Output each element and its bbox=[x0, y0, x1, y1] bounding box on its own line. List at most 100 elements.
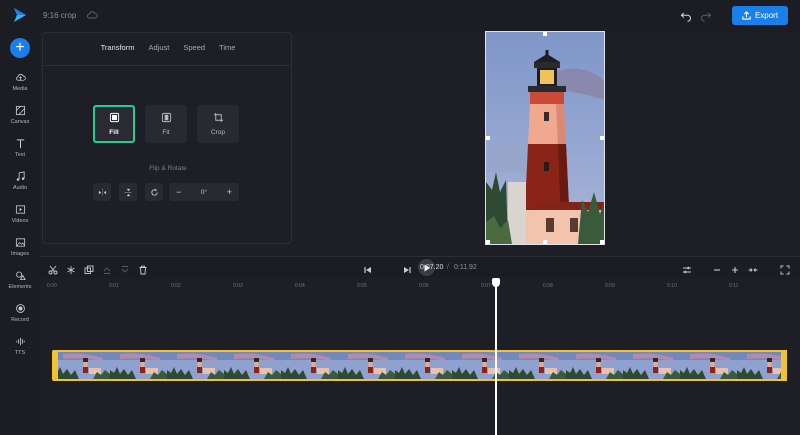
tick-label: 0:10 bbox=[667, 283, 677, 289]
flip-rotate-label: Flip & Rotate bbox=[149, 165, 187, 172]
duplicate-button[interactable] bbox=[84, 262, 94, 274]
tab-time[interactable]: Time bbox=[212, 43, 242, 52]
sidebar-item-label: Canvas bbox=[10, 119, 30, 125]
sidebar-item-canvas[interactable]: Canvas bbox=[0, 103, 40, 133]
sidebar-item-label: Media bbox=[12, 86, 28, 92]
export-button[interactable]: Export bbox=[732, 6, 788, 25]
time-separator: / bbox=[447, 264, 449, 271]
rotation-increase-button[interactable]: + bbox=[227, 187, 232, 197]
add-media-button[interactable]: + bbox=[10, 38, 30, 58]
rotate-button[interactable] bbox=[145, 183, 163, 201]
sidebar-item-label: Elements bbox=[8, 284, 32, 290]
fit-icon bbox=[161, 112, 171, 123]
delete-button[interactable] bbox=[138, 262, 148, 275]
crop-label: Crop bbox=[210, 129, 226, 136]
left-sidebar: + Media Canvas Text Audio Videos Images … bbox=[0, 32, 40, 435]
tick-label: 0:05 bbox=[357, 283, 367, 289]
freeze-button[interactable] bbox=[66, 262, 76, 274]
shapes-icon bbox=[15, 271, 26, 281]
sidebar-item-images[interactable]: Images bbox=[0, 235, 40, 265]
duplicate-icon bbox=[84, 265, 94, 274]
clip-thumbnails bbox=[53, 352, 787, 379]
fit-label: Fit bbox=[162, 129, 170, 136]
tick-label: 0:07 bbox=[481, 283, 491, 289]
tick-label: 0:04 bbox=[295, 283, 305, 289]
resize-handle-top[interactable] bbox=[543, 32, 547, 36]
app-logo-icon[interactable] bbox=[12, 7, 28, 23]
crop-icon bbox=[213, 112, 223, 123]
export-upload-icon bbox=[742, 11, 751, 20]
canvas-icon bbox=[15, 105, 25, 116]
flip-vertical-icon bbox=[124, 188, 132, 196]
clip-trim-handle-left[interactable] bbox=[52, 350, 58, 381]
record-icon bbox=[15, 304, 25, 313]
flip-vertical-button[interactable] bbox=[119, 183, 137, 201]
tab-speed[interactable]: Speed bbox=[176, 43, 212, 52]
cloud-icon bbox=[86, 11, 98, 19]
split-button[interactable] bbox=[48, 262, 58, 275]
tab-transform[interactable]: Transform bbox=[94, 43, 142, 52]
sidebar-item-audio[interactable]: Audio bbox=[0, 169, 40, 199]
tick-label: 0:02 bbox=[171, 283, 181, 289]
resize-handle-bottom-right[interactable] bbox=[600, 240, 604, 244]
properties-panel: Transform Adjust Speed Time Fill Fit Cro… bbox=[42, 32, 292, 244]
rotation-value[interactable]: 0° bbox=[201, 189, 207, 196]
sidebar-item-elements[interactable]: Elements bbox=[0, 268, 40, 298]
crop-button[interactable]: Crop bbox=[197, 105, 239, 143]
panel-divider bbox=[43, 65, 291, 66]
tick-label: 0:03 bbox=[233, 283, 243, 289]
playhead[interactable] bbox=[495, 282, 497, 435]
video-clip[interactable] bbox=[53, 350, 787, 381]
resize-handle-bottom-left[interactable] bbox=[486, 240, 490, 244]
waveform-icon bbox=[15, 337, 25, 346]
zoom-out-button[interactable] bbox=[712, 262, 722, 272]
flip-horizontal-button[interactable] bbox=[93, 183, 111, 201]
tick-label: 0:06 bbox=[419, 283, 429, 289]
resize-handle-left[interactable] bbox=[486, 136, 490, 140]
sliders-icon bbox=[683, 266, 691, 274]
skip-back-button[interactable] bbox=[363, 262, 373, 273]
project-name[interactable]: 9:16 crop bbox=[43, 11, 76, 20]
panel-tabs: Transform Adjust Speed Time bbox=[43, 43, 293, 52]
sidebar-item-tts[interactable]: TTS bbox=[0, 334, 40, 364]
sidebar-item-text[interactable]: Text bbox=[0, 136, 40, 166]
move-up-button[interactable] bbox=[102, 262, 112, 274]
sidebar-item-videos[interactable]: Videos bbox=[0, 202, 40, 232]
music-note-icon bbox=[16, 171, 25, 181]
resize-handle-bottom[interactable] bbox=[543, 240, 547, 244]
text-icon bbox=[16, 139, 24, 149]
snowflake-icon bbox=[67, 266, 75, 274]
undo-icon[interactable] bbox=[680, 10, 692, 22]
playhead-knob[interactable] bbox=[492, 278, 500, 287]
rotation-decrease-button[interactable]: − bbox=[176, 187, 181, 197]
skip-back-icon bbox=[364, 267, 371, 273]
timeline-ruler[interactable]: 0:00 0:01 0:02 0:03 0:04 0:05 0:06 0:07 … bbox=[40, 278, 800, 292]
clip-trim-handle-right[interactable] bbox=[781, 350, 787, 381]
plus-icon bbox=[732, 267, 738, 273]
rotation-stepper[interactable]: − 0° + bbox=[169, 183, 239, 201]
sidebar-item-record[interactable]: Record bbox=[0, 301, 40, 331]
move-down-icon bbox=[121, 266, 129, 273]
skip-forward-icon bbox=[404, 267, 411, 273]
sidebar-item-label: TTS bbox=[14, 350, 26, 356]
top-bar: 9:16 crop Export bbox=[0, 0, 800, 32]
fullscreen-button[interactable] bbox=[780, 262, 790, 275]
fit-timeline-button[interactable] bbox=[748, 262, 758, 272]
fill-button[interactable]: Fill bbox=[93, 105, 135, 143]
preview-area bbox=[292, 31, 800, 256]
fit-button[interactable]: Fit bbox=[145, 105, 187, 143]
video-preview[interactable] bbox=[485, 31, 605, 245]
trash-icon bbox=[139, 265, 147, 275]
adjust-tracks-button[interactable] bbox=[682, 262, 692, 274]
tab-adjust[interactable]: Adjust bbox=[141, 43, 176, 52]
sidebar-item-label: Record bbox=[11, 317, 29, 323]
move-down-button[interactable] bbox=[120, 262, 130, 273]
redo-icon[interactable] bbox=[700, 10, 712, 22]
sidebar-item-media[interactable]: Media bbox=[0, 70, 40, 100]
skip-forward-button[interactable] bbox=[402, 262, 412, 273]
fit-timeline-icon bbox=[748, 268, 758, 272]
resize-handle-right[interactable] bbox=[600, 136, 604, 140]
image-icon bbox=[15, 238, 25, 247]
tick-label: 0:01 bbox=[109, 283, 119, 289]
zoom-in-button[interactable] bbox=[730, 262, 740, 273]
